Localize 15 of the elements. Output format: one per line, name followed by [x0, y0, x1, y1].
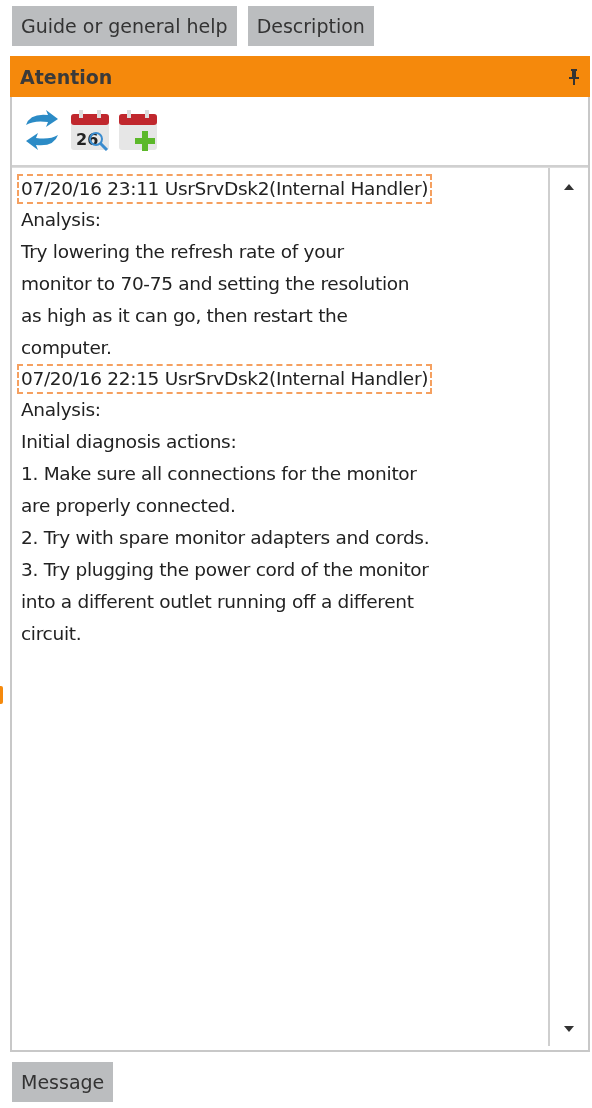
tab[interactable]: Description	[247, 6, 374, 46]
entry-text: Initial diagnosis actions: 1. Make sure all connections for the monitor are properly connected. 2. Try with spare monitor adapters and cords. 3. Try plugging the power cord of the monitor into a different outlet running off a different circuit.	[20, 430, 431, 646]
entry-text: Try lowering the refresh rate of your monitor to 70-75 and setting the resolution as high as it can go, then restart the computer.	[20, 240, 411, 360]
scroll-up-icon[interactable]	[564, 184, 574, 190]
edge-marker	[0, 686, 3, 704]
panel-title: Atention	[20, 65, 113, 88]
scroll-down-icon[interactable]	[564, 1026, 574, 1032]
tab[interactable]: Message	[12, 1062, 114, 1102]
tab[interactable]: Guide or general help	[12, 6, 237, 46]
entry-header: 07/20/16 22:15 UsrSrvDsk2(Internal Handler)	[17, 364, 433, 394]
entry-header: 07/20/16 23:11 UsrSrvDsk2(Internal Handler)	[17, 174, 433, 204]
entry-label: Analysis:	[20, 208, 102, 232]
entry-label: Analysis:	[20, 398, 102, 422]
pin-icon[interactable]	[568, 67, 580, 86]
calendar-add-icon[interactable]	[118, 109, 158, 151]
